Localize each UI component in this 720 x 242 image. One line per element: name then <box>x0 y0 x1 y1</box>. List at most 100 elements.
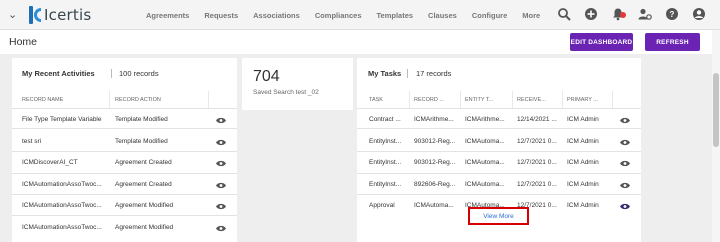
record-name[interactable]: File Type Template Variable <box>22 116 110 123</box>
nav-configure[interactable]: Configure <box>472 11 507 20</box>
user-profile-icon[interactable] <box>692 7 706 21</box>
task-record: ICMAutoma... <box>414 202 454 209</box>
card-title: My Tasks <box>368 69 402 78</box>
recent-activities-card: My Recent Activities 100 records RECORD … <box>12 58 237 242</box>
task-name[interactable]: EntityInst... <box>369 159 411 166</box>
row-divider <box>12 194 237 195</box>
task-primary: ICM Admin <box>567 138 599 145</box>
row-divider <box>357 194 641 195</box>
view-eye-icon[interactable] <box>620 203 630 210</box>
view-eye-icon[interactable] <box>216 225 226 232</box>
help-icon[interactable]: ? <box>665 7 679 21</box>
column-header-received[interactable]: RECEIVE... <box>517 97 546 103</box>
top-navigation-bar: ⌄ Icertis Agreements Requests Associatio… <box>0 0 720 30</box>
view-more-link[interactable]: View More <box>468 207 529 225</box>
chevron-down-icon[interactable]: ⌄ <box>8 8 17 21</box>
row-divider <box>12 151 237 152</box>
row-divider <box>357 151 641 152</box>
add-icon[interactable] <box>584 7 598 21</box>
task-entity-type: ICMAutoma... <box>465 138 505 145</box>
column-divider <box>562 91 563 109</box>
task-received: 12/7/2021 0... <box>517 181 557 188</box>
scrollbar-thumb[interactable] <box>713 73 719 147</box>
edit-dashboard-button[interactable]: EDIT DASHBOARD <box>570 33 633 51</box>
view-eye-icon[interactable] <box>216 182 226 189</box>
column-divider <box>612 91 613 109</box>
task-entity-type: ICMArithme... <box>465 116 505 123</box>
task-primary: ICM Admin <box>567 181 599 188</box>
column-header-record[interactable]: RECORD ... <box>414 97 444 103</box>
saved-search-count: 704 <box>253 68 280 85</box>
header-divider <box>12 108 237 109</box>
main-menu: Agreements Requests Associations Complia… <box>146 0 555 30</box>
nav-requests[interactable]: Requests <box>204 11 238 20</box>
view-eye-icon[interactable] <box>216 139 226 146</box>
nav-agreements[interactable]: Agreements <box>146 11 189 20</box>
logo-mark <box>29 6 42 24</box>
nav-more[interactable]: More <box>522 11 540 20</box>
row-divider <box>12 128 237 129</box>
record-count: 100 records <box>119 69 159 78</box>
nav-associations[interactable]: Associations <box>253 11 300 20</box>
page-title: Home <box>9 36 38 48</box>
task-primary: ICM Admin <box>567 202 599 209</box>
search-icon[interactable] <box>557 7 571 21</box>
column-header-entity-type[interactable]: ENTITY T... <box>465 97 493 103</box>
task-record: 892606-Reg... <box>414 181 456 188</box>
view-eye-icon[interactable] <box>216 203 226 210</box>
task-name[interactable]: EntityInst... <box>369 138 411 145</box>
record-name[interactable]: test sri <box>22 138 110 145</box>
refresh-button[interactable]: REFRESH <box>645 33 700 51</box>
column-header-task[interactable]: TASK <box>369 97 383 103</box>
view-eye-icon[interactable] <box>620 139 630 146</box>
record-name[interactable]: ICMAutomationAssoTwoc... <box>22 224 110 231</box>
column-divider <box>109 91 110 109</box>
header-divider <box>357 108 641 109</box>
record-action: Template Modified <box>115 138 168 145</box>
column-header-primary[interactable]: PRIMARY ... <box>567 97 598 103</box>
view-eye-icon[interactable] <box>620 160 630 167</box>
notification-badge <box>620 12 626 18</box>
record-action: Agreement Modified <box>115 202 174 209</box>
record-action: Agreement Created <box>115 159 172 166</box>
divider <box>407 69 408 78</box>
column-header-record-action[interactable]: RECORD ACTION <box>115 97 161 103</box>
view-eye-icon[interactable] <box>620 182 630 189</box>
row-divider <box>357 173 641 174</box>
task-entity-type: ICMAutoma... <box>465 181 505 188</box>
notifications-bell-icon[interactable] <box>611 7 626 21</box>
svg-text:?: ? <box>670 10 675 19</box>
task-record: 903012-Reg... <box>414 159 456 166</box>
nav-compliances[interactable]: Compliances <box>315 11 362 20</box>
icertis-logo[interactable]: Icertis <box>29 5 91 25</box>
user-settings-icon[interactable] <box>638 7 652 21</box>
logo-wordmark: Icertis <box>44 6 92 24</box>
column-divider <box>409 91 410 109</box>
row-divider <box>12 215 237 216</box>
task-name[interactable]: EntityInst... <box>369 181 411 188</box>
divider <box>111 69 112 78</box>
column-divider <box>208 91 209 109</box>
column-divider <box>512 91 513 109</box>
nav-templates[interactable]: Templates <box>377 11 414 20</box>
task-name[interactable]: Approval <box>369 202 411 209</box>
view-eye-icon[interactable] <box>620 117 630 124</box>
column-header-record-name[interactable]: RECORD NAME <box>22 97 63 103</box>
task-name[interactable]: Contract ... <box>369 116 411 123</box>
page-scrollbar[interactable] <box>712 30 720 242</box>
view-eye-icon[interactable] <box>216 160 226 167</box>
record-name[interactable]: ICMAutomationAssoTwoc... <box>22 202 110 209</box>
page-header: Home EDIT DASHBOARD REFRESH <box>0 30 712 54</box>
nav-icon-group: ? <box>544 7 706 21</box>
record-action: Agreement Created <box>115 181 172 188</box>
record-name[interactable]: ICMDiscoverAI_CT <box>22 159 110 166</box>
task-received: 12/14/2021 ... <box>517 116 557 123</box>
nav-clauses[interactable]: Clauses <box>428 11 457 20</box>
record-action: Agreement Modified <box>115 224 174 231</box>
record-name[interactable]: ICMAutomationAssoTwoc... <box>22 181 110 188</box>
task-received: 12/7/2021 0... <box>517 138 557 145</box>
task-primary: ICM Admin <box>567 159 599 166</box>
row-divider <box>357 128 641 129</box>
saved-search-card[interactable]: 704 Saved Search test _02 <box>242 58 353 110</box>
view-eye-icon[interactable] <box>216 117 226 124</box>
